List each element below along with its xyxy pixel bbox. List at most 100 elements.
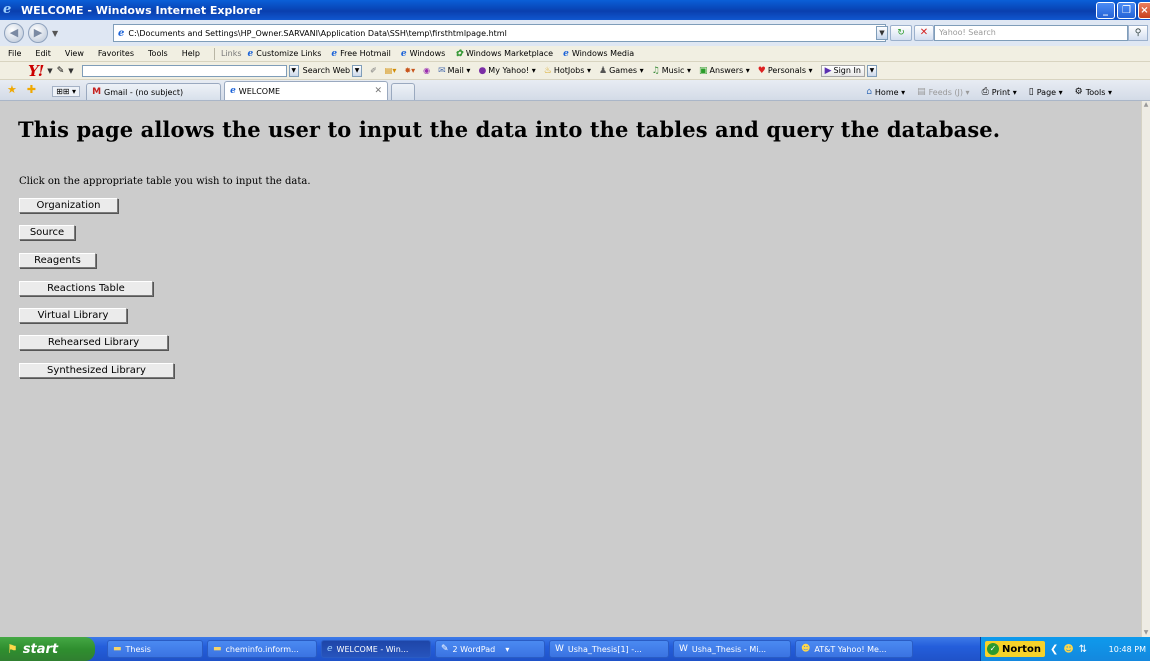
link-windows[interactable]: e Windows — [401, 49, 445, 59]
quick-tabs-button[interactable]: ⊞⊞ ▾ — [52, 86, 81, 97]
menu-edit[interactable]: Edit — [35, 49, 51, 58]
menu-tools[interactable]: Tools — [148, 49, 168, 58]
link-windows-marketplace[interactable]: ✿ Windows Marketplace — [455, 49, 553, 59]
source-button[interactable]: Source — [19, 225, 75, 240]
scroll-down-icon[interactable]: ▼ — [1142, 629, 1150, 637]
menu-view[interactable]: View — [65, 49, 84, 58]
refresh-button[interactable]: ↻ — [890, 25, 912, 41]
link-hotmail[interactable]: e Free Hotmail — [331, 49, 390, 59]
toolbar-options-icon[interactable]: ▤▾ — [385, 66, 397, 75]
tab-label: Gmail - (no subject) — [104, 87, 184, 97]
divider — [213, 47, 215, 60]
page-menu-button[interactable]: ▯ Page ▾ — [1029, 87, 1063, 97]
yahoo-menu-dropdown[interactable]: ▼ — [47, 67, 52, 75]
personals-label: Personals — [767, 66, 806, 75]
taskbar-item-usha-thesis[interactable]: W Usha_Thesis - Mi... — [673, 640, 791, 658]
yahoo-mail[interactable]: ✉ Mail ▾ — [438, 66, 470, 76]
pencil-dropdown[interactable]: ▼ — [68, 67, 73, 75]
folder-icon: ▬ — [213, 644, 222, 654]
sign-in-dropdown[interactable]: ▼ — [866, 64, 877, 77]
yahoo-personals[interactable]: ♥ Personals ▾ — [758, 66, 813, 76]
start-button[interactable]: ⚑ start — [0, 637, 95, 661]
link-label: Windows Media — [571, 49, 635, 58]
restore-button[interactable]: ❐ — [1117, 2, 1136, 19]
menu-favorites[interactable]: Favorites — [98, 49, 134, 58]
collapse-tray-icon[interactable]: ❮ — [1050, 644, 1058, 655]
answers-icon: ▣ — [699, 65, 708, 76]
synthesized-library-button[interactable]: Synthesized Library — [19, 363, 174, 378]
tab-gmail[interactable]: M Gmail - (no subject) — [86, 83, 222, 100]
yahoo-toolbar: Y! ▼ ✎ ▼ ▼ Search Web ▼ ✐ ▤▾ ✸▾ ◉ ✉ Mail … — [0, 62, 1150, 80]
yahoo-my-yahoo[interactable]: ● My Yahoo! ▾ — [478, 66, 535, 76]
tab-welcome[interactable]: e WELCOME ✕ — [224, 81, 389, 100]
close-button[interactable]: × — [1138, 2, 1150, 19]
reagents-button[interactable]: Reagents — [19, 253, 96, 268]
back-button[interactable]: ◀ — [4, 23, 24, 43]
page-icon: e — [118, 27, 125, 39]
norton-button[interactable]: ✓ Norton — [985, 641, 1045, 657]
new-tab-button[interactable] — [391, 83, 416, 100]
minimize-button[interactable]: _ — [1096, 2, 1115, 19]
link-customize[interactable]: e Customize Links — [248, 49, 322, 59]
add-favorites-icon[interactable]: ✚ — [27, 83, 36, 96]
menu-file[interactable]: File — [8, 49, 21, 58]
print-icon: ⎙ — [981, 87, 989, 97]
search-web-dropdown[interactable]: ▼ — [352, 64, 363, 77]
forward-button[interactable]: ▶ — [28, 23, 48, 43]
games-label: Games — [609, 66, 638, 75]
yahoo-music[interactable]: ♫ Music ▾ — [652, 66, 691, 76]
anti-spy-icon[interactable]: ✸▾ — [404, 66, 415, 75]
taskbar-item-thesis[interactable]: ▬ Thesis — [107, 640, 203, 658]
taskbar-item-cheminfo[interactable]: ▬ cheminfo.inform... — [207, 640, 317, 658]
home-label: Home — [874, 87, 899, 97]
menu-help[interactable]: Help — [182, 49, 200, 58]
sign-in-icon: ▶ — [824, 65, 832, 76]
yahoo-logo[interactable]: Y! — [28, 62, 44, 80]
messenger-tray-icon[interactable]: ☻ — [1063, 644, 1073, 655]
reactions-table-button[interactable]: Reactions Table — [19, 281, 153, 296]
home-button[interactable]: ⌂ Home ▾ — [866, 87, 905, 97]
virtual-library-button[interactable]: Virtual Library — [19, 308, 127, 323]
search-input[interactable]: Yahoo! Search — [934, 25, 1128, 41]
vertical-scrollbar[interactable]: ▲ ▼ — [1141, 101, 1150, 637]
yahoo-search-dropdown[interactable]: ▼ — [288, 64, 299, 77]
my-yahoo-icon: ● — [478, 65, 487, 76]
clock: 10:48 PM — [1108, 644, 1146, 654]
hotjobs-label: HotJobs — [553, 66, 585, 75]
highlight-icon[interactable]: ✐ — [370, 66, 377, 75]
heart-icon: ♥ — [757, 65, 766, 76]
yahoo-answers[interactable]: ▣ Answers ▾ — [699, 66, 750, 76]
taskbar-label: Thesis — [125, 644, 151, 654]
scroll-up-icon[interactable]: ▲ — [1142, 101, 1150, 109]
yahoo-games[interactable]: ♟ Games ▾ — [599, 66, 644, 76]
url-field[interactable]: e C:\Documents and Settings\HP_Owner.SAR… — [113, 24, 886, 42]
recent-pages-dropdown[interactable]: ▼ — [52, 29, 58, 38]
close-tab-icon[interactable]: ✕ — [375, 86, 383, 96]
search-web-button[interactable]: Search Web — [303, 66, 350, 75]
link-windows-media[interactable]: e Windows Media — [563, 49, 634, 59]
window-title: WELCOME - Windows Internet Explorer — [21, 3, 263, 17]
word-icon: W — [555, 644, 564, 654]
tools-menu-button[interactable]: ⚙ Tools ▾ — [1075, 87, 1112, 97]
taskbar-label: 2 WordPad — [452, 644, 496, 654]
yahoo-hotjobs[interactable]: ♨ HotJobs ▾ — [544, 66, 591, 76]
rehearsed-library-button[interactable]: Rehearsed Library — [19, 335, 168, 350]
taskbar-item-usha-thesis-1[interactable]: W Usha_Thesis[1] -... — [549, 640, 669, 658]
feeds-button[interactable]: ▤ Feeds (J) ▾ — [917, 87, 969, 97]
stop-button[interactable]: ✕ — [914, 25, 934, 41]
music-label: Music — [661, 66, 685, 75]
taskbar-item-att-yahoo[interactable]: ☻ AT&T Yahoo! Me... — [795, 640, 913, 658]
favorites-center-icon[interactable]: ★ — [7, 83, 17, 96]
popup-blocker-icon[interactable]: ◉ — [423, 66, 430, 75]
sign-in-button[interactable]: ▶ Sign In — [820, 64, 865, 77]
yahoo-search-input[interactable] — [81, 64, 287, 77]
print-button[interactable]: ⎙ Print ▾ — [982, 87, 1017, 97]
link-label: Customize Links — [256, 49, 322, 58]
taskbar-item-welcome[interactable]: e WELCOME - Win... — [321, 640, 431, 658]
search-icon[interactable]: ⚲ — [1128, 25, 1148, 41]
pencil-icon[interactable]: ✎ — [57, 66, 65, 76]
organization-button[interactable]: Organization — [19, 198, 118, 213]
address-dropdown-button[interactable]: ▼ — [876, 26, 888, 40]
taskbar-item-wordpad[interactable]: ✎ 2 WordPad ▾ — [435, 640, 545, 658]
network-tray-icon[interactable]: ⇅ — [1079, 644, 1087, 655]
